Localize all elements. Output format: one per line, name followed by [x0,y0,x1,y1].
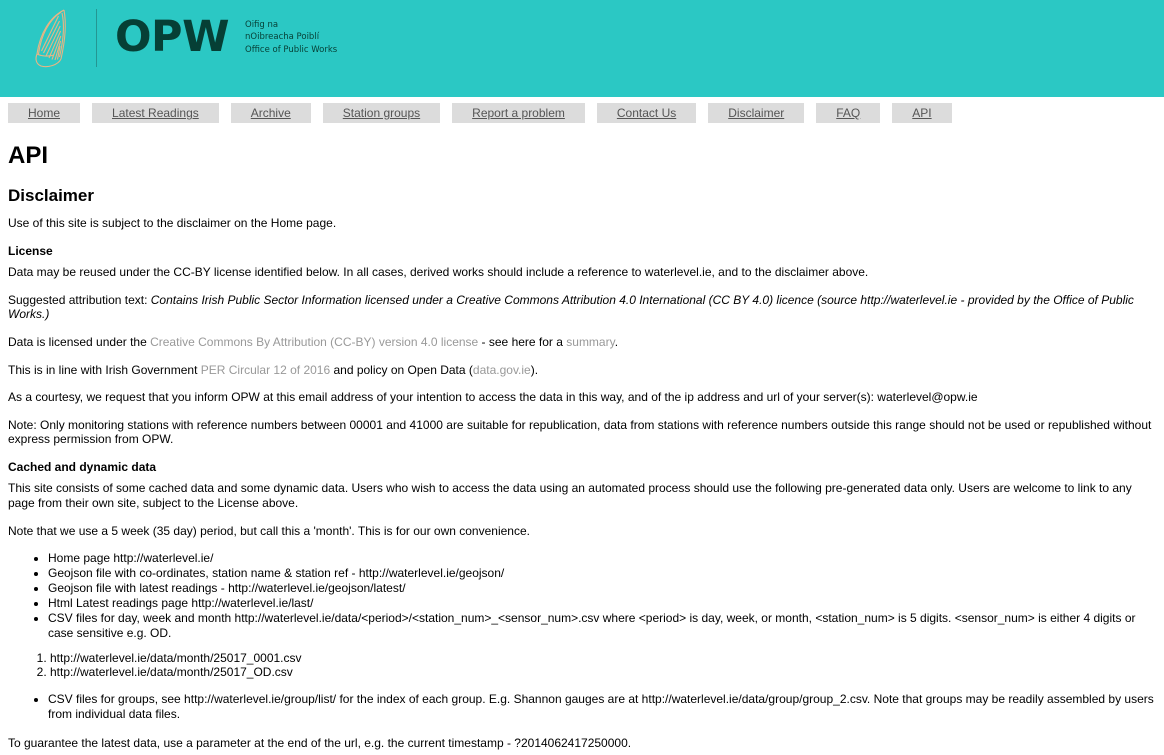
nav-item-faq[interactable]: FAQ [816,103,881,123]
nav-item-report-a-problem[interactable]: Report a problem [452,103,585,123]
disclaimer-heading: Disclaimer [8,186,94,206]
csv-example-list: http://waterlevel.ie/data/month/25017_00… [8,651,1156,681]
license-heading: License [8,243,53,258]
list-item: Html Latest readings page http://waterle… [48,596,1156,611]
cached-dynamic-heading: Cached and dynamic data [8,460,157,475]
nav-item-archive[interactable]: Archive [230,103,311,123]
license-link-paragraph: Data is licensed under the Creative Comm… [8,335,1156,350]
gov-prefix: This is in line with Irish Government [8,362,201,377]
cached-dynamic-paragraph: This site consists of some cached data a… [8,481,1132,511]
nav-item-api[interactable]: API [892,103,952,123]
list-item: CSV files for day, week and month http:/… [48,611,1156,641]
list-item: Geojson file with co-ordinates, station … [48,566,1156,581]
nav-item-home[interactable]: Home [8,103,81,123]
licensed-suffix: . [614,334,619,349]
nav-item-contact-us[interactable]: Contact Us [596,103,697,123]
disclaimer-text: Use of this site is subject to the discl… [8,216,337,231]
gov-suffix: ). [530,362,539,377]
list-item: Home page http://waterlevel.ie/ [48,551,1156,566]
courtesy-paragraph: As a courtesy, we request that you infor… [8,390,978,405]
main-navigation: Home Latest Readings Archive Station groups… [0,97,1164,129]
irish-harp-icon [35,9,66,67]
licensed-prefix: Data is licensed under the [8,334,151,349]
cc-by-license-link[interactable]: Creative Commons By Attribution (CC-BY) … [150,335,478,349]
resource-list: Home page http://waterlevel.ie/ Geojson … [8,551,1156,640]
month-period-note: Note that we use a 5 week (35 day) perio… [8,523,530,538]
list-item: http://waterlevel.ie/data/month/25017_OD… [50,665,1156,680]
per-circular-link[interactable]: PER Circular 12 of 2016 [201,363,330,377]
opw-name-line-1: Oifig na [245,20,279,31]
opw-wordmark: OPW [115,12,230,62]
list-item: CSV files for groups, see http://waterle… [48,692,1156,722]
attribution-text: Contains Irish Public Sector Information… [8,292,1134,322]
page-content: API Disclaimer Use of this site is subje… [0,142,1164,751]
attribution-label: Suggested attribution text: [8,292,151,307]
opw-name-line-2: nOibreacha Poiblí [245,32,320,43]
timestamp-parameter-note: To guarantee the latest data, use a para… [8,736,632,751]
opw-full-name: Oifig na nOibreacha Poiblí Office of Pub… [245,19,337,56]
nav-item-station-groups[interactable]: Station groups [322,103,441,123]
nav-item-disclaimer[interactable]: Disclaimer [708,103,805,123]
station-reference-note: Note: Only monitoring stations with refe… [8,417,1152,447]
page-title: API [8,142,49,169]
site-header: OPW Oifig na nOibreacha Poiblí Office of… [0,0,1164,97]
data-gov-ie-link[interactable]: data.gov.ie [473,363,531,377]
government-policy-paragraph: This is in line with Irish Government PE… [8,363,1156,378]
opw-name-line-3: Office of Public Works [245,44,338,55]
licensed-middle: - see here for a [478,334,567,349]
license-paragraph: Data may be reused under the CC-BY licen… [8,265,869,280]
summary-link[interactable]: summary [566,335,614,349]
gov-middle: and policy on Open Data ( [330,362,473,377]
nav-item-latest-readings[interactable]: Latest Readings [92,103,219,123]
list-item: http://waterlevel.ie/data/month/25017_00… [50,651,1156,666]
brand-block: OPW Oifig na nOibreacha Poiblí Office of… [0,0,1164,75]
list-item: Geojson file with latest readings - http… [48,581,1156,596]
brand-divider [96,8,97,67]
suggested-attribution-paragraph: Suggested attribution text: Contains Iri… [8,293,1156,322]
group-resource-list: CSV files for groups, see http://waterle… [8,692,1156,722]
